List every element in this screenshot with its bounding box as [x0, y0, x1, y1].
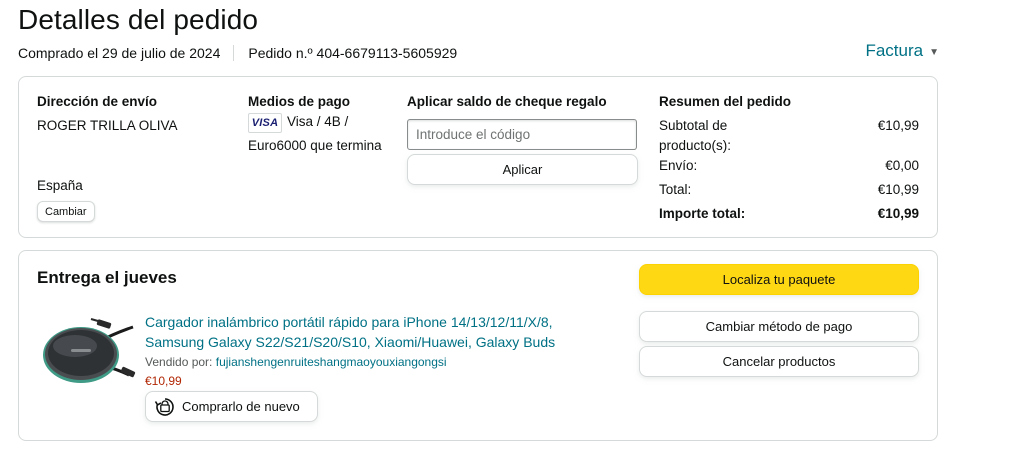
product-title-line-1: Cargador inalámbrico portátil rápido par… [145, 314, 553, 330]
apply-gift-button[interactable]: Aplicar [407, 154, 638, 185]
product-price: €10,99 [145, 374, 182, 388]
product-title-line-2: Samsung Galaxy S22/S21/S20/S10, Xiaomi/H… [145, 334, 556, 350]
payment-line-1: Visa / 4B / [287, 114, 349, 129]
seller-link[interactable]: fujianshengenruiteshangmaoyouxiangongsi [216, 355, 447, 369]
grand-total-label: Importe total: [659, 206, 746, 221]
seller-info: Vendido por: fujianshengenruiteshangmaoy… [145, 355, 447, 369]
gift-code-input[interactable] [407, 119, 637, 150]
subtotal-label-1: Subtotal de [659, 118, 728, 133]
grand-total-value: €10,99 [877, 206, 919, 221]
order-number: Pedido n.º 404-6679113-5605929 [248, 45, 458, 61]
shipping-title: Dirección de envío [37, 94, 158, 109]
purchase-date: Comprado el 29 de julio de 2024 [18, 45, 221, 61]
order-info-panel: Dirección de envío ROGER TRILLA OLIVA Es… [18, 76, 938, 238]
track-package-button[interactable]: Localiza tu paquete [639, 264, 919, 295]
shipment-panel: Entrega el jueves Cargador inalámbrico p… [18, 250, 938, 441]
buy-again-button[interactable]: Comprarlo de nuevo [145, 391, 318, 422]
cancel-items-button[interactable]: Cancelar productos [639, 346, 919, 377]
order-meta: Comprado el 29 de julio de 2024 Pedido n… [18, 45, 457, 61]
shipping-cost-label: Envío: [659, 158, 698, 173]
sold-by-label: Vendido por: [145, 355, 213, 369]
meta-divider [233, 45, 235, 61]
delivery-title: Entrega el jueves [37, 268, 177, 287]
change-payment-button[interactable]: Cambiar método de pago [639, 311, 919, 342]
payment-title: Medios de pago [248, 94, 351, 109]
change-address-button[interactable]: Cambiar [37, 201, 95, 222]
visa-icon: VISA [248, 113, 282, 133]
total-value: €10,99 [877, 182, 919, 197]
buy-again-label: Comprarlo de nuevo [182, 399, 300, 414]
product-title-link[interactable]: Cargador inalámbrico portátil rápido par… [145, 312, 605, 352]
subtotal-label-2: producto(s): [659, 138, 732, 153]
page-title: Detalles del pedido [18, 4, 259, 35]
summary-title: Resumen del pedido [659, 94, 792, 109]
subtotal-value: €10,99 [877, 118, 919, 133]
shipping-country: España [37, 178, 83, 193]
invoice-label: Factura [865, 41, 924, 60]
shipping-name: ROGER TRILLA OLIVA [37, 118, 178, 133]
rebuy-icon [154, 397, 174, 416]
total-label: Total: [659, 182, 692, 197]
shipping-cost-value: €0,00 [885, 158, 919, 173]
invoice-dropdown[interactable]: Factura ▼ [865, 41, 939, 61]
payment-line-2: Euro6000 que termina [248, 138, 382, 153]
product-image[interactable] [41, 313, 141, 389]
chevron-down-icon: ▼ [929, 46, 939, 58]
gift-card-title: Aplicar saldo de cheque regalo [407, 94, 607, 109]
